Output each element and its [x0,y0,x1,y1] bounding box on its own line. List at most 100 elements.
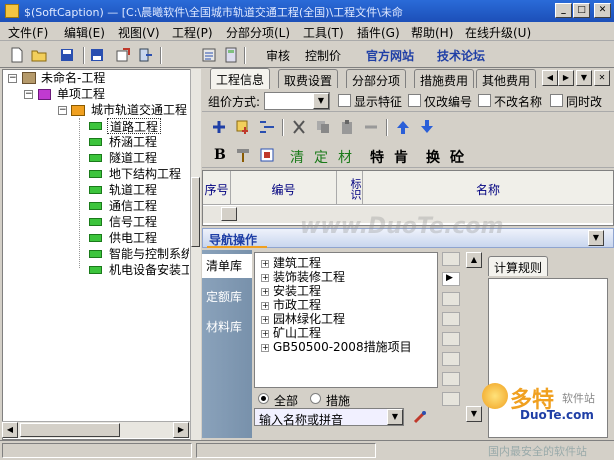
list-item[interactable]: + 装饰装修工程 [261,270,345,284]
list-item[interactable]: + 建筑工程 [261,256,321,270]
report-edit-icon[interactable] [258,146,276,164]
move-up-icon[interactable] [394,118,412,136]
exit-icon[interactable] [136,46,154,64]
tree-leaf-electromech[interactable]: 机电设备安装工 [109,262,189,278]
tree-leaf-power[interactable]: 供电工程 [109,230,157,246]
tree-leaf-underground[interactable]: 地下结构工程 [109,166,181,182]
tech-forum-button[interactable]: 技术论坛 [437,47,485,64]
radio-all[interactable] [258,393,269,404]
show-feature-checkbox[interactable] [338,94,351,107]
tree-single-project[interactable]: 单项工程 [57,86,105,102]
tree-unit-project[interactable]: 城市轨道交通工程 [91,102,187,118]
scroll-thumb[interactable] [221,207,237,221]
list-item[interactable]: + 市政工程 [261,298,321,312]
add-icon[interactable] [210,118,228,136]
simultaneous-checkbox[interactable] [550,94,563,107]
list-item[interactable]: + 矿山工程 [261,326,321,340]
scroll-down-icon[interactable]: ▼ [466,406,482,422]
audit-button[interactable]: 审核 [266,47,290,64]
chevron-down-icon[interactable]: ▼ [313,93,329,109]
nav-collapse-icon[interactable]: ▼ [588,230,604,246]
scroll-left-icon[interactable]: ◀ [2,422,18,438]
tab-project-info[interactable]: 工程信息 [210,68,271,89]
new-file-icon[interactable] [8,46,26,64]
indent-icon[interactable] [258,118,276,136]
concrete-button[interactable]: 砼 [450,147,464,167]
quota-button[interactable]: 定 [314,147,328,167]
keep-name-checkbox[interactable] [478,94,491,107]
chevron-down-icon[interactable]: ▼ [387,409,403,425]
close-button[interactable]: ✕ [594,3,611,18]
move-down-icon[interactable] [418,118,436,136]
group-method-select[interactable]: ▼ [264,92,330,110]
scroll-thumb[interactable] [191,177,200,247]
list-item[interactable]: + 园林绿化工程 [261,312,345,326]
splitter-scrollbar[interactable] [190,69,201,440]
collapse-root-icon[interactable]: − [8,74,17,83]
tab-measures[interactable]: 措施费用 [414,69,475,88]
tree-leaf-signal[interactable]: 信号工程 [109,214,157,230]
code-only-checkbox[interactable] [408,94,421,107]
tab-scroll-left-icon[interactable]: ◀ [542,70,558,86]
menu-online-upgrade[interactable]: 在线升级(U) [465,24,531,41]
official-site-button[interactable]: 官方网站 [366,47,414,64]
tab-fee-settings[interactable]: 取费设置 [278,69,339,88]
bill-button[interactable]: 清 [290,147,304,167]
tree-leaf-tunnel[interactable]: 隧道工程 [109,150,157,166]
tree-leaf-bridge[interactable]: 桥涵工程 [109,134,157,150]
expand-icon[interactable]: + [261,259,269,268]
tab-subdivision[interactable]: 分部分项 [346,69,407,88]
radio-measure[interactable] [310,393,321,404]
hammer-icon[interactable] [234,146,252,164]
tab-close-icon[interactable]: ✕ [594,70,610,86]
tab-bill-library[interactable]: 清单库 [202,254,252,278]
feature-button[interactable]: 特 [370,147,384,167]
menu-file[interactable]: 文件(F) [8,24,48,41]
insert-icon[interactable] [234,118,252,136]
cut-icon[interactable] [290,118,308,136]
expand-icon[interactable]: + [261,329,269,338]
maximize-button[interactable]: □ [573,3,590,18]
expand-icon[interactable]: + [261,343,269,352]
library-list[interactable]: + 建筑工程 + 装饰装修工程 + 安装工程 + 市政工程 + 园林绿化工程 + 矿山工程 … [254,252,438,388]
report-icon[interactable] [200,46,218,64]
tab-other-fees[interactable]: 其他费用 [476,69,537,88]
scroll-right-icon[interactable]: ▶ [173,422,189,438]
tree-leaf-communication[interactable]: 通信工程 [109,198,157,214]
scroll-thumb[interactable] [20,423,120,437]
tab-quota-library[interactable]: 定额库 [206,288,250,305]
clear-search-icon[interactable] [412,409,428,425]
menu-view[interactable]: 视图(V) [118,24,160,41]
col-flag[interactable]: 标识 [337,171,363,205]
expand-icon[interactable]: + [261,315,269,324]
search-input[interactable]: 输入名称或拼音 ▼ [254,408,404,427]
list-item[interactable]: + 安装工程 [261,284,321,298]
paste-icon[interactable] [338,118,356,136]
tab-scroll-right-icon[interactable]: ▶ [558,70,574,86]
minimize-button[interactable]: _ [555,3,572,18]
expand-icon[interactable]: + [261,287,269,296]
save-as-icon[interactable] [88,46,106,64]
tree-horizontal-scrollbar[interactable]: ◀ ▶ [2,421,191,438]
menu-help[interactable]: 帮助(H) [411,24,453,41]
tab-menu-icon[interactable]: ▼ [576,70,592,86]
export-icon[interactable] [114,46,132,64]
bold-button[interactable]: B [214,147,226,163]
tab-calc-rules[interactable]: 计算规则 [488,256,549,276]
row-cell[interactable] [442,332,460,346]
copy-icon[interactable] [314,118,332,136]
control-price-button[interactable]: 控制价 [305,47,341,64]
col-seq[interactable]: 序号 [203,171,231,205]
row-cell[interactable] [442,252,460,266]
row-cell[interactable] [442,352,460,366]
row-cell[interactable]: ▶ [442,272,460,286]
tree-root[interactable]: 未命名-工程 [41,70,105,86]
expand-icon[interactable]: + [261,273,269,282]
replace-button[interactable]: 换 [426,147,440,167]
menu-tools[interactable]: 工具(T) [303,24,344,41]
calculator-icon[interactable] [222,46,240,64]
col-name[interactable]: 名称 [363,171,613,205]
save-icon[interactable] [58,46,76,64]
scroll-up-icon[interactable]: ▲ [466,252,482,268]
menu-subdivision[interactable]: 分部分项(L) [226,24,290,41]
